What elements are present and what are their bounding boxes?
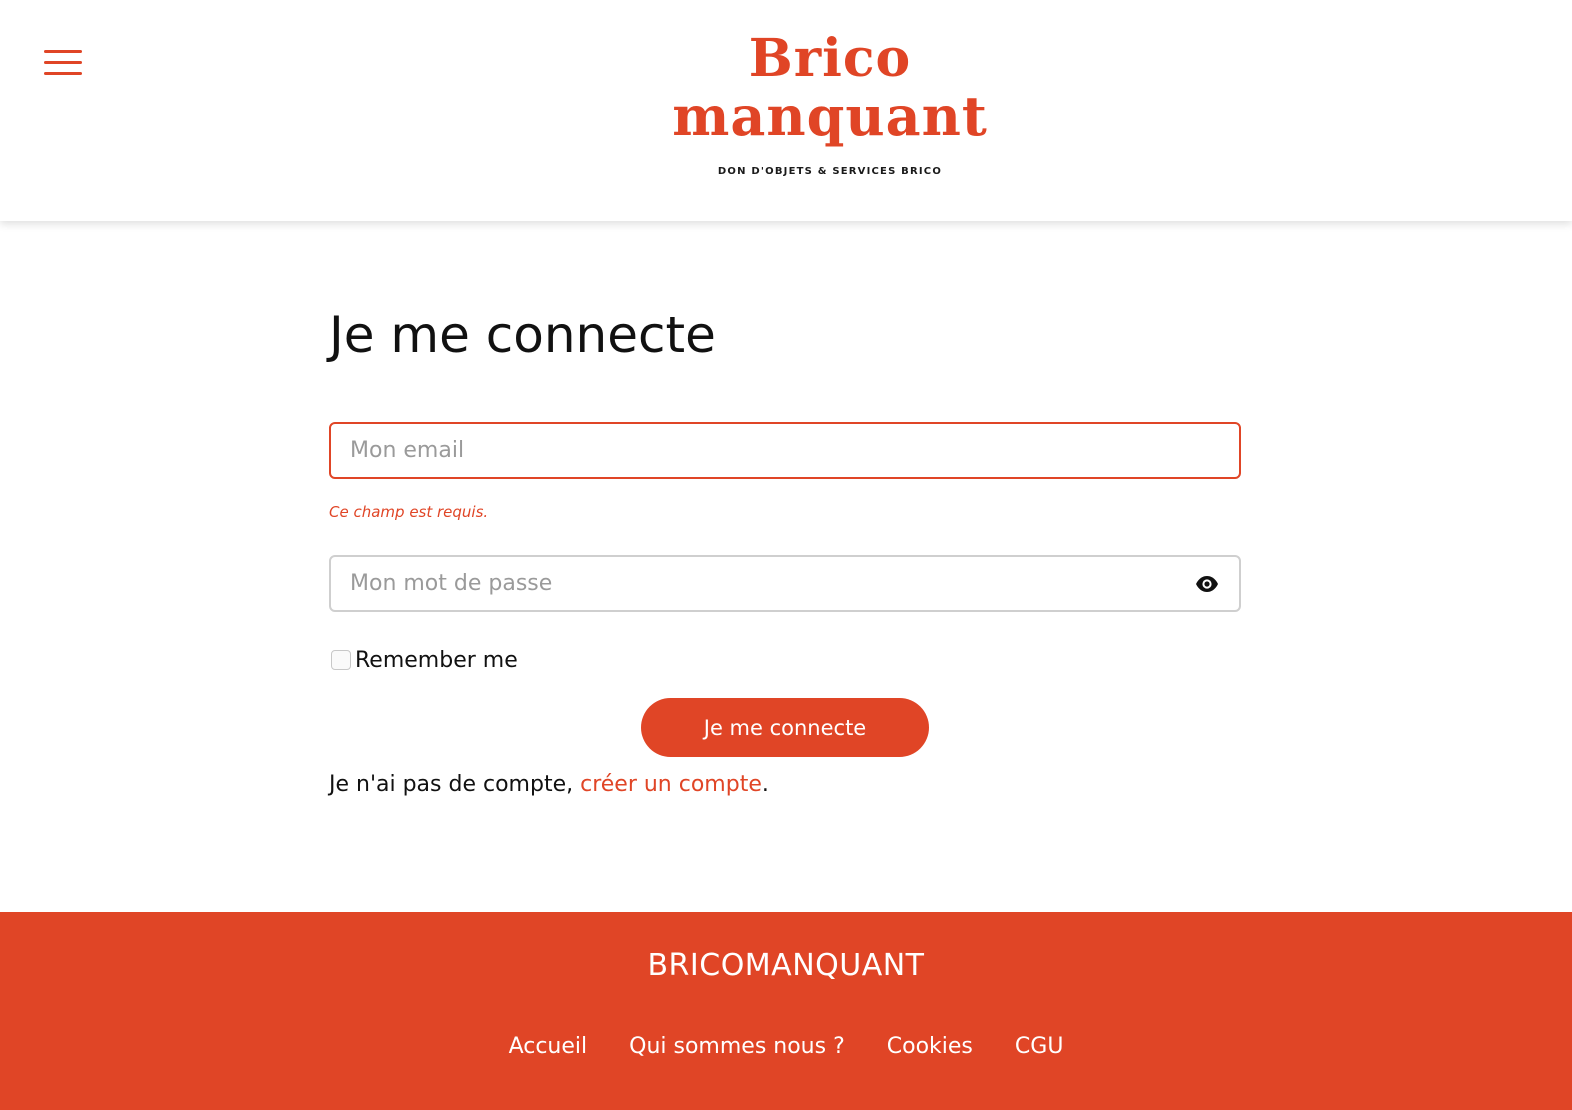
signup-prompt: Je n'ai pas de compte, créer un compte.: [329, 769, 769, 801]
menu-bar: [44, 50, 82, 53]
eye-icon[interactable]: [1195, 574, 1219, 594]
remember-me-checkbox[interactable]: [331, 650, 351, 670]
remember-me-label: Remember me: [355, 647, 518, 673]
logo-text-line1: Brico: [748, 28, 912, 89]
menu-bar: [44, 72, 82, 75]
email-field-wrapper: [329, 422, 1241, 479]
signup-prompt-suffix: .: [761, 772, 769, 797]
page-title: Je me connecte: [329, 306, 716, 364]
remember-me[interactable]: Remember me: [331, 646, 518, 674]
menu-bar: [44, 61, 82, 64]
hamburger-menu-icon[interactable]: [42, 46, 84, 80]
eye-icon-svg: [1196, 576, 1218, 592]
email-input[interactable]: [331, 424, 1239, 477]
footer-brand: BRICOMANQUANT: [647, 948, 925, 983]
email-error-message: Ce champ est requis.: [329, 503, 489, 521]
site-header: Brico manquant DON D'OBJETS & SERVICES B…: [0, 0, 1572, 221]
create-account-link[interactable]: créer un compte: [580, 772, 762, 797]
password-field-wrapper: [329, 555, 1241, 612]
site-logo[interactable]: Brico manquant DON D'OBJETS & SERVICES B…: [640, 28, 1020, 188]
footer-nav: Accueil Qui sommes nous ? Cookies CGU: [0, 1034, 1572, 1059]
footer-link-qui-sommes-nous[interactable]: Qui sommes nous ?: [629, 1034, 845, 1059]
login-submit-button[interactable]: Je me connecte: [641, 698, 929, 757]
password-input[interactable]: [331, 557, 1239, 610]
logo-tagline: DON D'OBJETS & SERVICES BRICO: [717, 166, 943, 177]
footer-link-cgu[interactable]: CGU: [1015, 1034, 1064, 1059]
signup-prompt-text: Je n'ai pas de compte,: [329, 772, 581, 797]
footer-link-cookies[interactable]: Cookies: [887, 1034, 973, 1059]
footer-link-accueil[interactable]: Accueil: [509, 1034, 588, 1059]
site-footer: BRICOMANQUANT Accueil Qui sommes nous ? …: [0, 912, 1572, 1110]
logo-text-line2: manquant: [672, 84, 988, 148]
